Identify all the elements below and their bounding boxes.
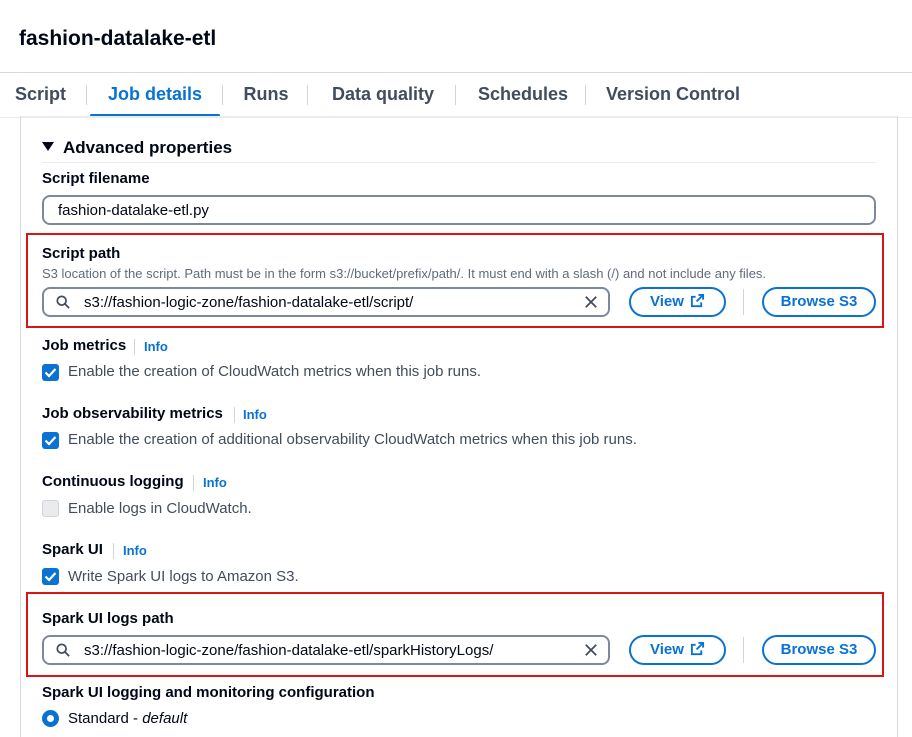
- tab-divider: [86, 85, 87, 105]
- standard-radio[interactable]: [42, 710, 59, 727]
- info-divider: [113, 543, 114, 559]
- spark-ui-config-label: Spark UI logging and monitoring configur…: [42, 684, 375, 701]
- job-observability-checkbox-label: Enable the creation of additional observ…: [68, 431, 637, 448]
- job-metrics-info-link[interactable]: Info: [144, 339, 168, 354]
- check-icon: [44, 572, 57, 582]
- continuous-logging-label: Continuous logging: [42, 473, 184, 490]
- search-icon: [56, 643, 70, 657]
- standard-radio-label: Standard - default: [68, 710, 187, 727]
- caret-down-icon: [42, 142, 54, 151]
- spark-ui-logs-path-input[interactable]: s3://fashion-logic-zone/fashion-datalake…: [42, 635, 610, 665]
- divider: [42, 162, 876, 163]
- page-title: fashion-datalake-etl: [19, 27, 217, 50]
- tab-divider: [455, 85, 456, 105]
- script-path-browse-s3-button[interactable]: Browse S3: [762, 287, 876, 317]
- script-filename-value: fashion-datalake-etl.py: [58, 202, 209, 219]
- script-path-value: s3://fashion-logic-zone/fashion-datalake…: [84, 294, 414, 311]
- spark-ui-checkbox[interactable]: [42, 568, 59, 585]
- standard-option-text: Standard -: [68, 710, 143, 727]
- tab-version-control[interactable]: Version Control: [606, 73, 740, 117]
- spark-ui-logs-path-label: Spark UI logs path: [42, 610, 174, 627]
- script-path-view-button[interactable]: View: [629, 287, 726, 317]
- search-icon: [56, 295, 70, 309]
- spark-ui-logs-path-value: s3://fashion-logic-zone/fashion-datalake…: [84, 642, 494, 659]
- spark-ui-info-link[interactable]: Info: [123, 543, 147, 558]
- close-icon[interactable]: [584, 295, 598, 309]
- default-option-text: default: [142, 710, 188, 727]
- external-link-icon: [690, 641, 705, 656]
- check-icon: [44, 436, 57, 446]
- tab-divider: [222, 85, 223, 105]
- button-divider: [743, 637, 744, 663]
- close-icon[interactable]: [584, 643, 598, 657]
- info-divider: [134, 339, 135, 355]
- external-link-icon: [690, 293, 705, 308]
- job-metrics-checkbox-label: Enable the creation of CloudWatch metric…: [68, 363, 481, 380]
- job-metrics-label: Job metrics: [42, 337, 127, 354]
- job-observability-checkbox[interactable]: [42, 432, 59, 449]
- view-label: View: [650, 641, 684, 658]
- job-observability-label: Job observability metrics: [42, 405, 223, 422]
- continuous-logging-checkbox-label: Enable logs in CloudWatch.: [68, 500, 252, 517]
- tab-data-quality[interactable]: Data quality: [330, 73, 436, 117]
- continuous-logging-checkbox[interactable]: [42, 500, 59, 517]
- script-path-description: S3 location of the script. Path must be …: [42, 266, 767, 281]
- advanced-properties-toggle[interactable]: Advanced properties: [42, 138, 232, 158]
- tab-runs[interactable]: Runs: [240, 73, 292, 117]
- script-filename-label: Script filename: [42, 170, 150, 187]
- tab-script[interactable]: Script: [15, 73, 66, 117]
- spark-ui-logs-path-browse-s3-button[interactable]: Browse S3: [762, 635, 876, 665]
- tab-job-details[interactable]: Job details: [90, 73, 220, 117]
- info-divider: [193, 475, 194, 491]
- job-metrics-checkbox[interactable]: [42, 364, 59, 381]
- spark-ui-label: Spark UI: [42, 541, 103, 558]
- tab-schedules[interactable]: Schedules: [478, 73, 568, 117]
- button-divider: [743, 289, 744, 315]
- script-filename-input[interactable]: fashion-datalake-etl.py: [42, 195, 876, 225]
- advanced-properties-heading: Advanced properties: [63, 138, 233, 157]
- script-path-input[interactable]: s3://fashion-logic-zone/fashion-datalake…: [42, 287, 610, 317]
- spark-ui-logs-path-view-button[interactable]: View: [629, 635, 726, 665]
- spark-ui-checkbox-label: Write Spark UI logs to Amazon S3.: [68, 568, 299, 585]
- job-observability-info-link[interactable]: Info: [243, 407, 267, 422]
- check-icon: [44, 368, 57, 378]
- tab-divider: [307, 85, 308, 105]
- tab-divider: [585, 85, 586, 105]
- script-path-label: Script path: [42, 245, 121, 262]
- info-divider: [234, 407, 235, 423]
- continuous-logging-info-link[interactable]: Info: [203, 475, 227, 490]
- view-label: View: [650, 293, 684, 310]
- tab-bar: Script Job details Runs Data quality Sch…: [0, 72, 912, 118]
